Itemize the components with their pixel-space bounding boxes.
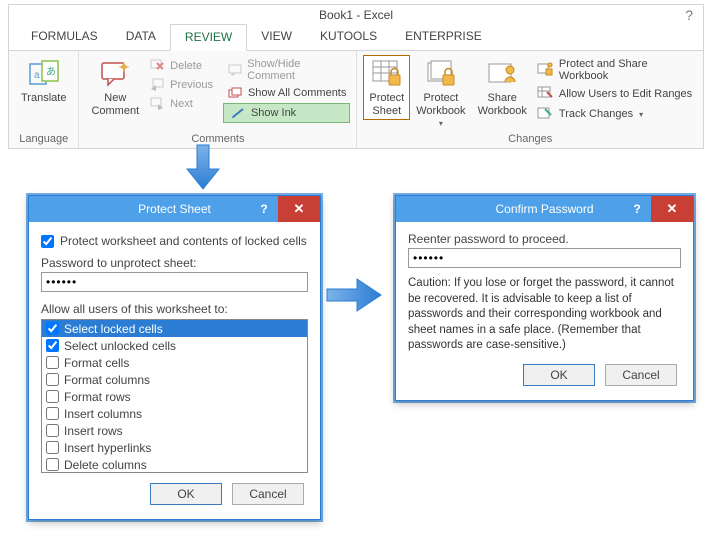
- protect-sheet-icon: [371, 58, 403, 90]
- protect-contents-checkbox[interactable]: Protect worksheet and contents of locked…: [41, 232, 308, 250]
- permission-option[interactable]: Select unlocked cells: [42, 337, 307, 354]
- protect-workbook-button[interactable]: Protect Workbook ▾: [410, 55, 471, 131]
- allow-edit-icon: [537, 86, 553, 102]
- dialog-title: Protect Sheet: [138, 202, 211, 216]
- show-ink-button[interactable]: Show Ink: [223, 103, 350, 123]
- share-workbook-label: Share Workbook: [478, 92, 527, 117]
- previous-comment-button[interactable]: Previous: [145, 76, 217, 94]
- svg-text:a: a: [34, 70, 40, 81]
- protect-workbook-label: Protect Workbook: [416, 92, 465, 117]
- cancel-button[interactable]: Cancel: [232, 483, 304, 505]
- permission-option[interactable]: Select locked cells: [42, 320, 307, 337]
- comments-show-buttons: Show/Hide Comment Show All Comments Show…: [223, 55, 350, 123]
- new-comment-button[interactable]: ✦ New Comment: [85, 55, 145, 120]
- tab-formulas[interactable]: FORMULAS: [17, 24, 112, 50]
- protect-sheet-dialog: Protect Sheet ? ✕ Protect worksheet and …: [28, 195, 321, 520]
- protect-share-workbook-button[interactable]: Protect and Share Workbook: [537, 57, 693, 83]
- permission-option[interactable]: Format columns: [42, 371, 307, 388]
- arrow-down-annotation: [185, 143, 217, 194]
- share-workbook-icon: [486, 58, 518, 90]
- protect-share-icon: [537, 62, 553, 78]
- permission-option[interactable]: Insert rows: [42, 422, 307, 439]
- protect-workbook-icon: [425, 58, 457, 90]
- group-changes: Protect Sheet Protect Workbook ▾ Share W…: [357, 51, 703, 148]
- next-comment-button[interactable]: Next: [145, 95, 217, 113]
- dialog-help-button[interactable]: ?: [623, 196, 651, 222]
- group-comments: ✦ New Comment Delete Previous N: [79, 51, 357, 148]
- permission-option[interactable]: Format rows: [42, 388, 307, 405]
- new-comment-label: New Comment: [91, 92, 139, 117]
- translate-button[interactable]: aあ Translate: [15, 55, 72, 108]
- dialog-title-bar: Confirm Password ? ✕: [396, 196, 693, 222]
- dialog-close-button[interactable]: ✕: [278, 196, 320, 222]
- password-label: Password to unprotect sheet:: [41, 256, 308, 270]
- arrow-right-annotation: [325, 275, 383, 318]
- tab-kutools[interactable]: KUTOOLS: [306, 24, 391, 50]
- delete-icon: [149, 58, 165, 74]
- ribbon-tabs: FORMULAS DATA REVIEW VIEW KUTOOLS ENTERP…: [9, 24, 703, 51]
- cancel-button[interactable]: Cancel: [605, 364, 677, 386]
- track-changes-button[interactable]: Track Changes ▾: [537, 105, 693, 123]
- chevron-down-icon: ▾: [639, 110, 643, 119]
- group-language-label: Language: [15, 131, 72, 146]
- previous-icon: [149, 77, 165, 93]
- new-comment-icon: ✦: [99, 58, 131, 90]
- confirm-password-input[interactable]: [408, 248, 681, 268]
- delete-comment-button[interactable]: Delete: [145, 57, 217, 75]
- protect-sheet-button[interactable]: Protect Sheet: [363, 55, 410, 120]
- ok-button[interactable]: OK: [150, 483, 222, 505]
- dialog-title: Confirm Password: [495, 202, 593, 216]
- translate-label: Translate: [21, 92, 66, 105]
- protect-sheet-label: Protect Sheet: [369, 92, 404, 117]
- permission-option[interactable]: Delete columns: [42, 456, 307, 473]
- permission-option[interactable]: Insert hyperlinks: [42, 439, 307, 456]
- permission-option[interactable]: Insert columns: [42, 405, 307, 422]
- permission-option[interactable]: Format cells: [42, 354, 307, 371]
- next-icon: [149, 96, 165, 112]
- show-all-icon: [227, 85, 243, 101]
- tab-enterprise[interactable]: ENTERPRISE: [391, 24, 496, 50]
- ink-icon: [230, 105, 246, 121]
- svg-text:✦: ✦: [118, 60, 130, 75]
- show-hide-comment-button[interactable]: Show/Hide Comment: [223, 57, 350, 83]
- allow-edit-ranges-button[interactable]: Allow Users to Edit Ranges: [537, 85, 693, 103]
- tab-view[interactable]: VIEW: [247, 24, 306, 50]
- window-title-bar: Book1 - Excel ?: [9, 5, 703, 24]
- dialog-close-button[interactable]: ✕: [651, 196, 693, 222]
- group-language: aあ Translate Language: [9, 51, 79, 148]
- confirm-password-dialog: Confirm Password ? ✕ Reenter password to…: [395, 195, 694, 401]
- ribbon: Book1 - Excel ? FORMULAS DATA REVIEW VIE…: [8, 4, 704, 149]
- caution-text: Caution: If you lose or forget the passw…: [408, 276, 681, 354]
- translate-icon: aあ: [28, 58, 60, 90]
- dialog-title-bar: Protect Sheet ? ✕: [29, 196, 320, 222]
- changes-small-buttons: Protect and Share Workbook Allow Users t…: [533, 55, 697, 123]
- reenter-label: Reenter password to proceed.: [408, 232, 681, 246]
- permissions-listbox[interactable]: Select locked cellsSelect unlocked cells…: [41, 319, 308, 473]
- tab-review[interactable]: REVIEW: [170, 24, 247, 51]
- track-changes-icon: [537, 106, 553, 122]
- show-all-comments-button[interactable]: Show All Comments: [223, 84, 350, 102]
- svg-text:あ: あ: [46, 66, 56, 78]
- allow-label: Allow all users of this worksheet to:: [41, 302, 308, 316]
- tab-data[interactable]: DATA: [112, 24, 170, 50]
- comments-small-buttons: Delete Previous Next: [145, 55, 217, 113]
- group-changes-label: Changes: [363, 131, 697, 146]
- ribbon-body: aあ Translate Language ✦ New Comment: [9, 51, 703, 148]
- window-title: Book1 - Excel: [319, 8, 393, 22]
- dialog-help-button[interactable]: ?: [250, 196, 278, 222]
- share-workbook-button[interactable]: Share Workbook: [472, 55, 533, 120]
- password-input[interactable]: [41, 272, 308, 292]
- ok-button[interactable]: OK: [523, 364, 595, 386]
- show-hide-icon: [227, 62, 242, 78]
- help-icon[interactable]: ?: [685, 7, 693, 23]
